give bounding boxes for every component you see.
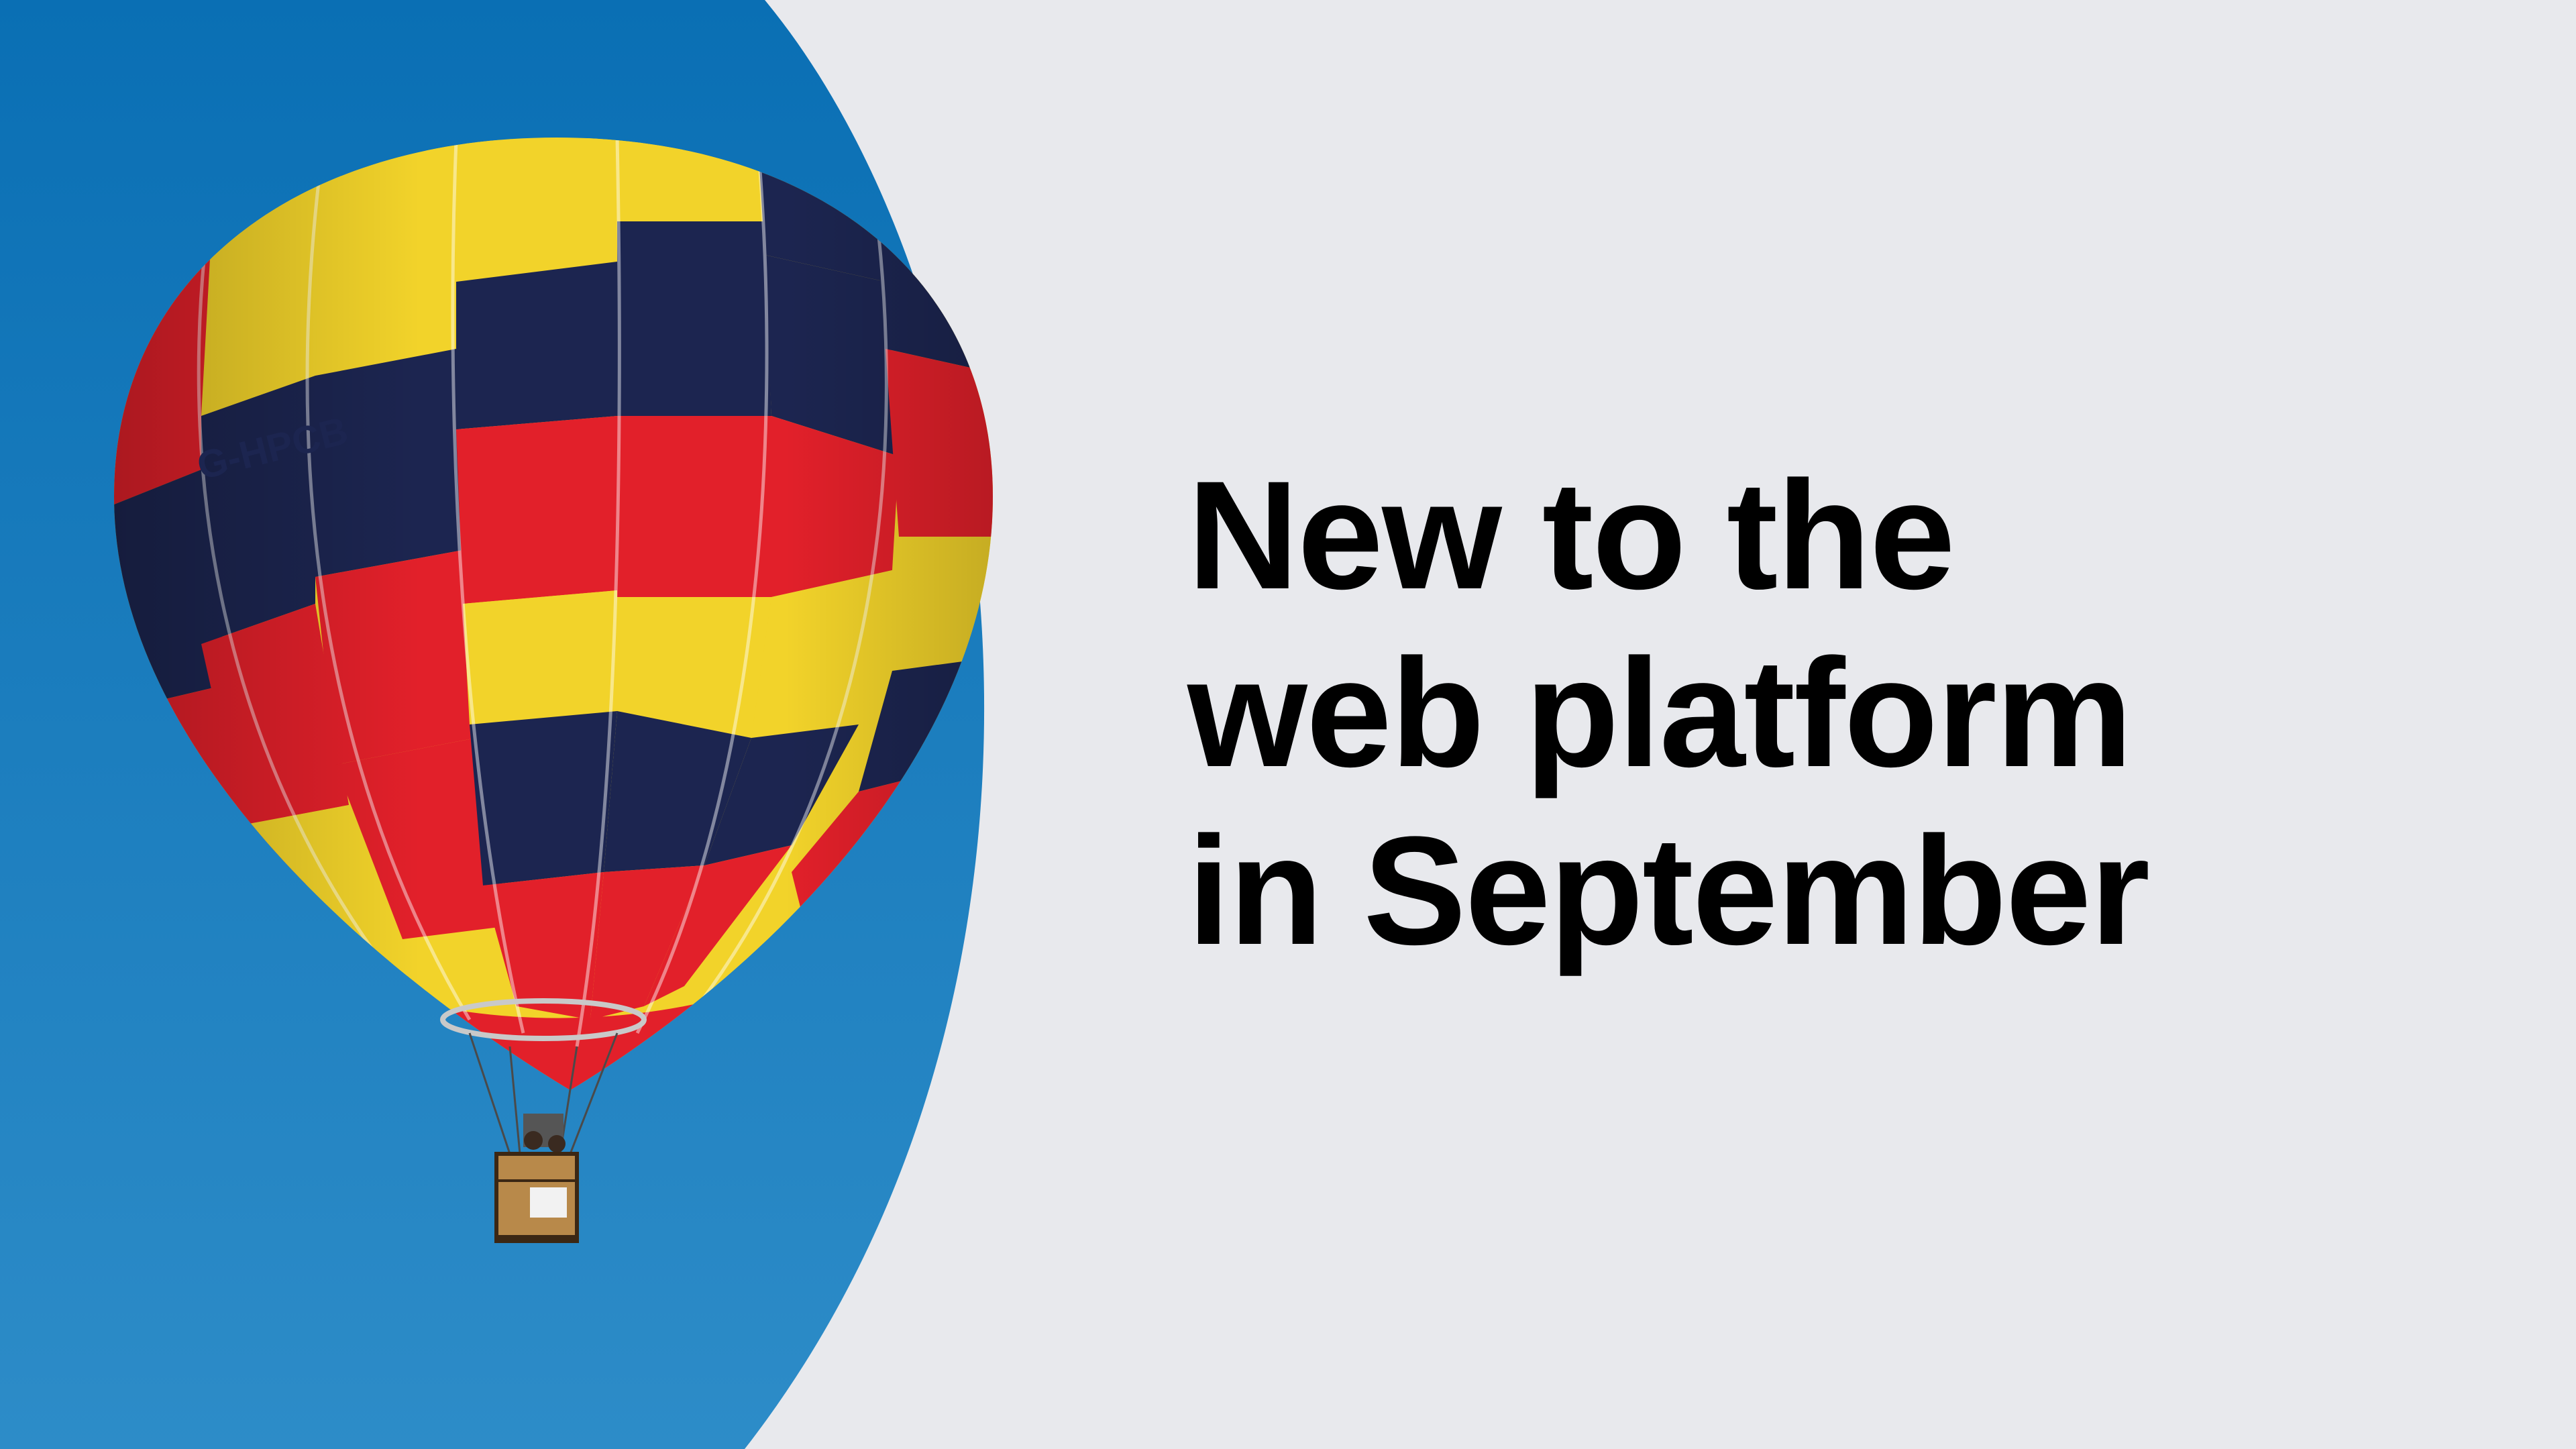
headline-line-2: web platform [1187, 627, 2133, 799]
balloon-basket [494, 1152, 579, 1243]
headline-line-3: in September [1187, 804, 2150, 977]
headline: New to the web platform in September [1187, 446, 2150, 979]
headline-line-1: New to the [1187, 449, 1955, 621]
